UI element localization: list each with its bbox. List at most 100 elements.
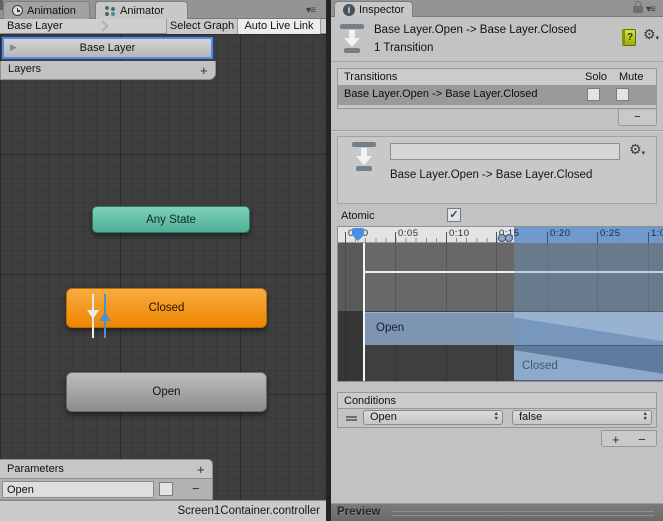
breadcrumb[interactable]: Base Layer — [7, 20, 63, 33]
mute-column-label: Mute — [619, 71, 644, 83]
layers-header-label: Layers — [8, 63, 42, 75]
transition-icon — [352, 142, 378, 172]
clock-icon — [12, 5, 23, 16]
tick-label: 0:05 — [398, 228, 419, 239]
inspector-panel: i Inspector ▾≡ Base Layer.Open -> Base L… — [331, 0, 663, 521]
parameter-bool-checkbox[interactable] — [159, 482, 173, 496]
layers-header[interactable]: Layers + — [0, 61, 216, 80]
mute-checkbox[interactable] — [616, 88, 629, 101]
transitions-section-header: Transitions Solo Mute — [337, 68, 657, 86]
dropdown-arrows-icon: ▲ ▼ — [493, 411, 499, 422]
breadcrumb-chevron-icon — [97, 20, 109, 32]
help-book-icon[interactable]: ? — [622, 29, 636, 46]
inspector-tabbar: i Inspector ▾≡ — [331, 0, 663, 17]
condition-drag-handle[interactable] — [346, 416, 357, 421]
inspector-menu-icon[interactable]: ▾≡ — [646, 4, 656, 15]
remove-parameter-button[interactable]: − — [192, 482, 200, 495]
node-closed[interactable]: Closed — [66, 288, 267, 328]
inspector-header: Base Layer.Open -> Base Layer.Closed 1 T… — [331, 17, 663, 62]
transition-detail-title: Base Layer.Open -> Base Layer.Closed — [390, 169, 593, 181]
condition-parameter-value: Open — [370, 411, 397, 423]
tick-label: 0:10 — [449, 228, 470, 239]
node-open[interactable]: Open — [66, 372, 267, 412]
tick-mark — [547, 232, 548, 243]
animator-toolbar: Base Layer Select Graph Auto Live Link — [0, 19, 326, 34]
tick-label: 1:00 — [651, 228, 663, 239]
animator-panel: Animation Animator ▾≡ Base Layer Select … — [0, 0, 326, 521]
parameters-header-label: Parameters — [7, 463, 64, 475]
inspector-title: Base Layer.Open -> Base Layer.Closed — [374, 24, 577, 36]
transition-list-row-selected[interactable]: Base Layer.Open -> Base Layer.Closed — [337, 86, 657, 105]
timeline-left-gutter — [338, 243, 364, 381]
transition-settings-gear-icon[interactable]: ⚙▾ — [629, 143, 645, 157]
lock-icon[interactable] — [633, 1, 643, 13]
parameter-name-field[interactable] — [2, 481, 154, 498]
tab-animator[interactable]: Animator — [95, 1, 188, 19]
add-condition-button[interactable]: + — [612, 433, 620, 446]
tick-label: 0:20 — [550, 228, 571, 239]
transition-detail-box: ⚙▾ Base Layer.Open -> Base Layer.Closed — [337, 136, 657, 204]
tab-inspector[interactable]: i Inspector — [334, 1, 414, 17]
transition-name-field[interactable] — [390, 143, 620, 160]
panel-menu-icon[interactable]: ▾≡ — [306, 5, 316, 16]
tab-animation-label: Animation — [27, 4, 76, 17]
unity-editor-window: Animation Animator ▾≡ Base Layer Select … — [0, 0, 663, 521]
tab-animator-label: Animator — [120, 4, 165, 17]
condition-parameter-dropdown[interactable]: Open ▲ ▼ — [363, 410, 503, 425]
layer-item-label: Base Layer — [79, 42, 136, 54]
playhead-line[interactable] — [363, 243, 365, 381]
conditions-title: Conditions — [344, 395, 396, 407]
add-parameter-button[interactable]: + — [197, 463, 205, 476]
condition-value-dropdown[interactable]: false ▲ ▼ — [512, 410, 652, 425]
tick-mark — [496, 232, 497, 243]
transition-end-handle[interactable] — [505, 234, 513, 242]
select-graph-button[interactable]: Select Graph — [166, 19, 237, 34]
preview-drag-handle[interactable] — [392, 511, 654, 512]
tick-mark — [345, 232, 346, 243]
preview-label: Preview — [337, 506, 381, 518]
remove-transition-button[interactable]: − — [618, 109, 657, 126]
solo-checkbox[interactable] — [587, 88, 600, 101]
inspector-subtitle: 1 Transition — [374, 42, 434, 54]
atomic-label: Atomic — [341, 210, 375, 222]
animator-icon — [104, 5, 116, 16]
transition-selection-overlay[interactable] — [514, 243, 663, 381]
transition-arrow-down-icon[interactable] — [87, 310, 99, 319]
conditions-add-remove-box: + − — [601, 430, 657, 447]
tick-mark — [446, 232, 447, 243]
animator-tabbar: Animation Animator ▾≡ — [0, 0, 326, 19]
solo-column-label: Solo — [585, 71, 608, 83]
tick-mark — [395, 232, 396, 243]
transition-timeline[interactable]: Open Closed 0:00 0:05 0:10 — [337, 226, 663, 382]
parameter-row: − — [0, 479, 213, 500]
transitions-title: Transitions — [344, 71, 398, 83]
node-any-state[interactable]: Any State — [92, 206, 250, 233]
settings-gear-icon[interactable]: ⚙▾ — [643, 28, 659, 42]
timeline-ruler[interactable]: 0:00 0:05 0:10 0:15 0:20 0:25 1:00 — [338, 227, 663, 243]
tick-mark — [597, 232, 598, 243]
section-divider — [331, 130, 663, 132]
auto-live-link-button[interactable]: Auto Live Link — [237, 19, 321, 34]
tab-inspector-label: Inspector — [359, 3, 405, 16]
add-layer-button[interactable]: + — [200, 64, 208, 77]
conditions-section-header: Conditions — [337, 392, 657, 409]
state-machine-graph[interactable]: Any State Closed Open — [0, 34, 326, 500]
parameters-header[interactable]: Parameters + — [0, 459, 213, 479]
transition-row-label: Base Layer.Open -> Base Layer.Closed — [344, 88, 538, 100]
transition-arrow-up-icon[interactable] — [99, 312, 111, 321]
track-open-label: Open — [376, 322, 405, 334]
layer-item-base-layer[interactable]: ▶ Base Layer — [2, 37, 213, 59]
info-icon: i — [343, 3, 355, 16]
tick-label: 0:25 — [600, 228, 621, 239]
preview-bar[interactable]: Preview — [331, 503, 663, 521]
controller-status-bar: Screen1Container.controller — [0, 500, 326, 521]
atomic-checkbox[interactable]: ✓ — [447, 208, 461, 222]
condition-row: Open ▲ ▼ false ▲ ▼ — [337, 409, 657, 428]
tab-animation[interactable]: Animation — [3, 1, 90, 19]
preview-drag-handle[interactable] — [392, 515, 654, 516]
tick-mark — [648, 232, 649, 243]
remove-condition-button[interactable]: − — [638, 433, 646, 446]
condition-value: false — [519, 411, 543, 423]
foldout-triangle-icon[interactable]: ▶ — [10, 42, 17, 53]
transitions-list-footer — [337, 105, 657, 109]
